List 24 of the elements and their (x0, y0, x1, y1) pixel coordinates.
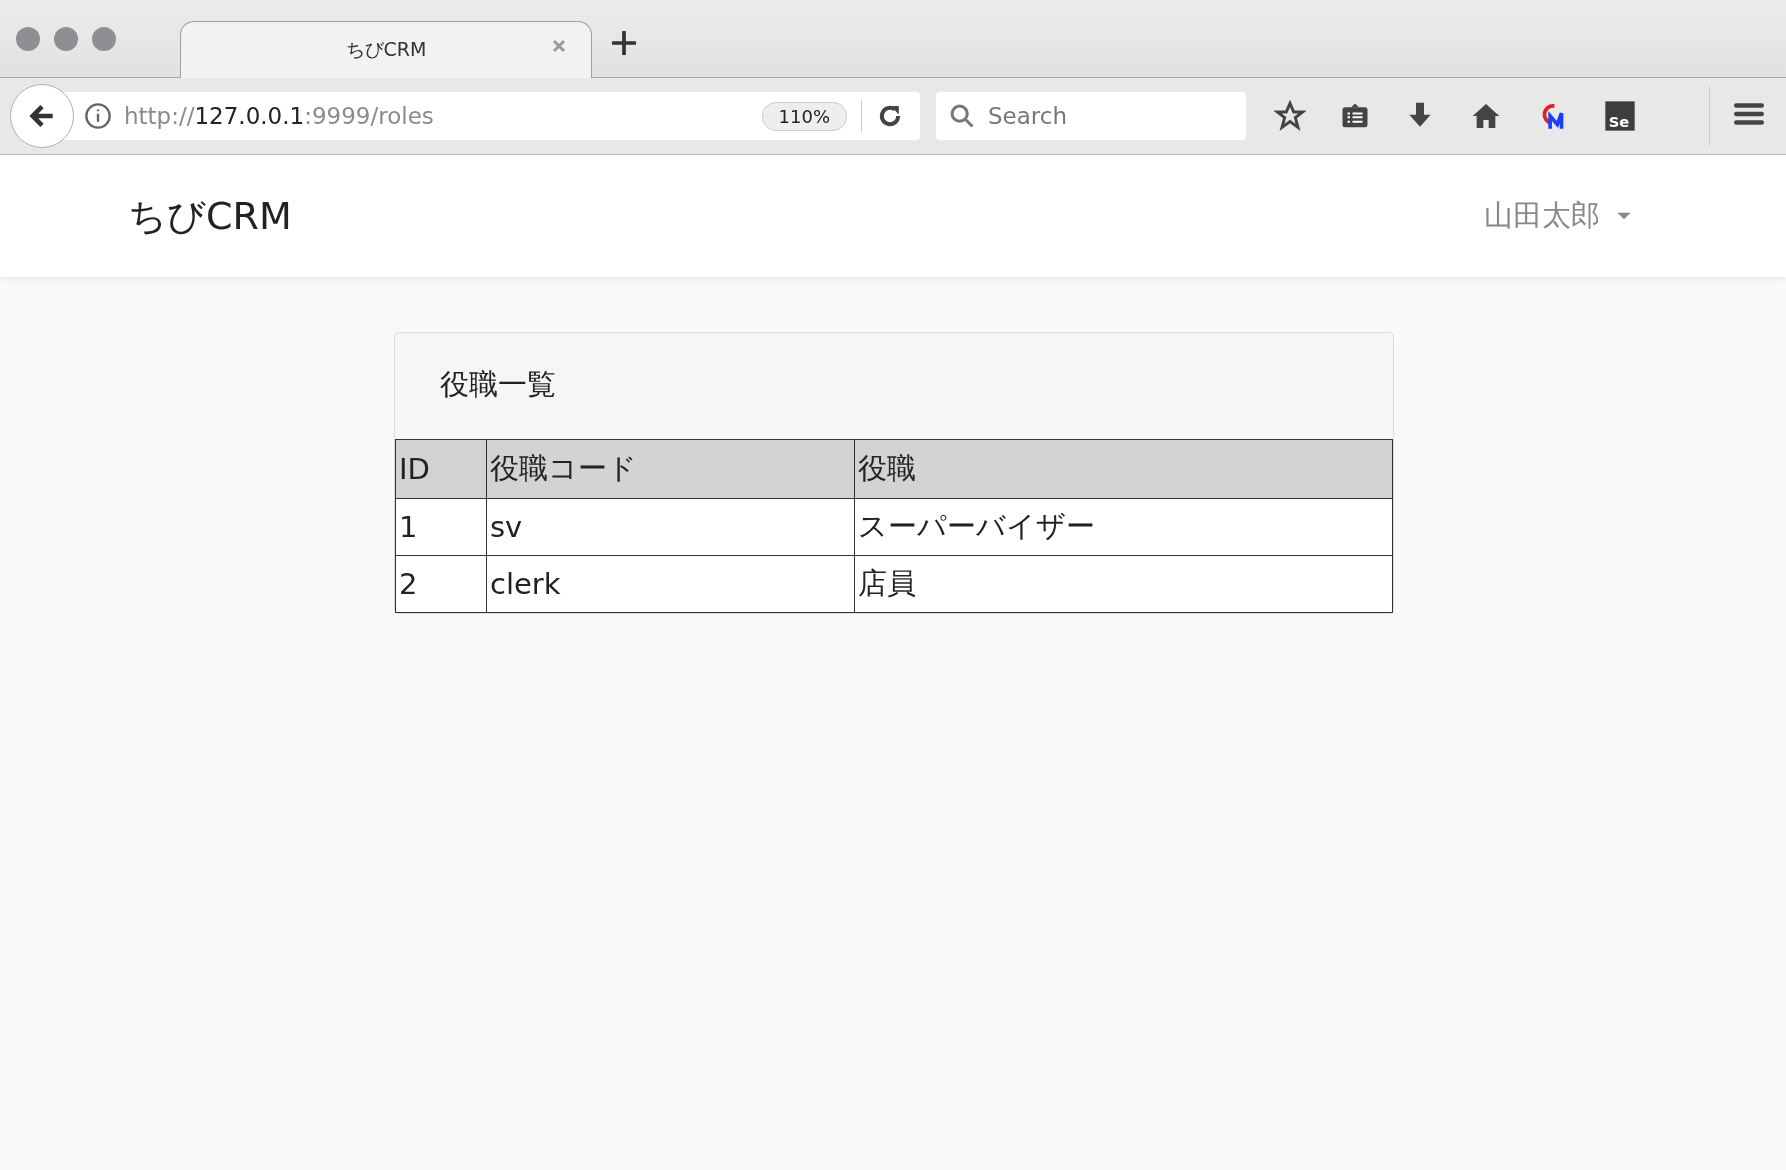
table-cell: 1 (395, 498, 487, 556)
window-control-icon[interactable] (92, 27, 116, 51)
user-menu[interactable]: 山田太郎 (1478, 195, 1640, 237)
search-icon (948, 102, 976, 130)
table-cell: clerk (486, 555, 855, 613)
browser-tab[interactable]: ちびCRM (180, 21, 592, 78)
card-title: 役職一覧 (439, 366, 557, 403)
info-icon (84, 102, 112, 130)
table-cell: 店員 (854, 555, 1393, 613)
column-header: 役職コード (486, 439, 855, 499)
table-cell: スーパーバイザー (854, 498, 1393, 556)
window-control-icon[interactable] (16, 27, 40, 51)
column-header: ID (395, 439, 487, 499)
table-cell: 2 (395, 555, 487, 613)
url-text: http://127.0.0.1:9999/roles (124, 103, 435, 129)
table-cell: sv (486, 498, 855, 556)
brand-link[interactable]: ちびCRM (128, 190, 292, 242)
window-control-icon[interactable] (54, 27, 78, 51)
search-field[interactable]: Search (936, 92, 1246, 140)
column-header: 役職 (854, 439, 1393, 499)
tab-title: ちびCRM (345, 37, 427, 62)
extension-logo-icon[interactable]: Se (1604, 100, 1636, 132)
star-icon[interactable] (1274, 100, 1306, 132)
zoom-level-button[interactable]: 110% (761, 101, 847, 131)
